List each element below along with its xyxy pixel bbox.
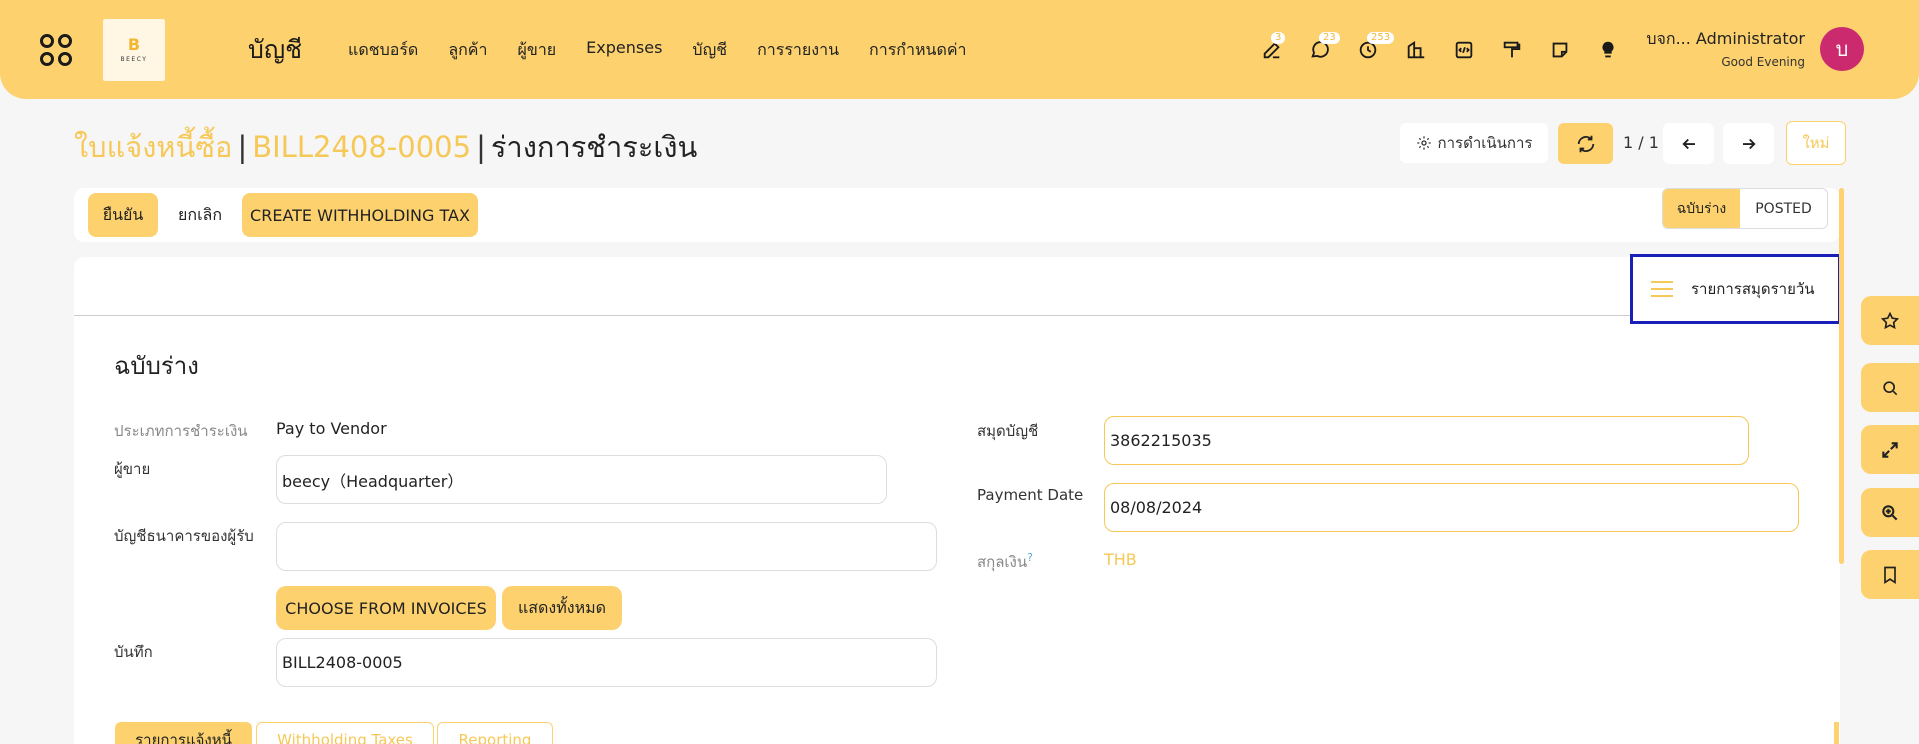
paint-roller-icon[interactable] (1498, 36, 1526, 64)
zoom-in-icon (1882, 504, 1898, 520)
avatar[interactable]: บ (1820, 27, 1864, 71)
new-button[interactable]: ใหม่ (1786, 121, 1846, 165)
currency-label-text: สกุลเงิน (977, 553, 1028, 571)
bookmark-icon (1884, 566, 1896, 584)
cancel-button[interactable]: ยกเลิก (178, 193, 222, 237)
menu-item-expenses[interactable]: Expenses (586, 38, 662, 63)
expand-icon (1882, 441, 1898, 458)
edit-note-icon[interactable]: 3 (1258, 32, 1286, 64)
choose-from-invoices-button[interactable]: CHOOSE FROM INVOICES (276, 586, 496, 630)
memo-field[interactable]: BILL2408-0005 (276, 638, 937, 687)
bookmark-button[interactable] (1861, 550, 1919, 599)
refresh-button[interactable] (1558, 123, 1613, 164)
create-withholding-tax-button[interactable]: CREATE WITHHOLDING TAX (242, 193, 478, 237)
greeting: Good Evening (1721, 55, 1805, 69)
currency-label: สกุลเงิน? (977, 550, 1033, 574)
status-stage-widget: ฉบับร่าง POSTED (1662, 188, 1828, 229)
app-title[interactable]: บัญชี (248, 30, 302, 70)
action-button[interactable]: การดำเนินการ (1400, 123, 1548, 163)
apps-menu-icon[interactable] (40, 34, 72, 66)
user-menu[interactable]: บจก... Administrator Good Evening (1646, 27, 1805, 69)
chat-icon[interactable]: 23 (1306, 32, 1340, 64)
recipient-bank-label: บัญชีธนาคารของผู้รับ (114, 527, 254, 545)
show-all-button[interactable]: แสดงทั้งหมด (502, 586, 622, 630)
search-button[interactable] (1861, 363, 1919, 412)
payment-date-label: Payment Date (977, 486, 1084, 504)
clock-badge: 253 (1367, 32, 1395, 44)
smart-button-label: รายการสมุดรายวัน (1691, 280, 1815, 298)
clock-icon[interactable]: 253 (1354, 32, 1395, 64)
menu-item-accounting[interactable]: บัญชี (692, 38, 727, 63)
star-icon (1880, 311, 1900, 329)
confirm-button[interactable]: ยืนยัน (88, 193, 158, 237)
arrow-left-icon (1681, 138, 1695, 149)
systray: 3 23 253 (1258, 32, 1642, 64)
memo-label: บันทึก (114, 643, 153, 661)
zoom-button[interactable] (1861, 488, 1919, 537)
divider (74, 315, 1840, 316)
pager-value[interactable]: 1 / 1 (1623, 133, 1659, 152)
code-icon[interactable] (1450, 36, 1478, 64)
list-icon (1651, 276, 1673, 302)
search-icon (1883, 380, 1898, 395)
vendor-field[interactable]: beecy（Headquarter） (276, 455, 887, 504)
recipient-bank-field[interactable] (276, 522, 937, 571)
activity-badge: 3 (1271, 32, 1286, 44)
payment-type-value: Pay to Vendor (276, 419, 387, 438)
previous-record-button[interactable] (1663, 123, 1714, 164)
next-record-button[interactable] (1723, 123, 1774, 164)
journal-field[interactable]: 3862215035 (1104, 416, 1749, 465)
gear-icon (1416, 136, 1431, 150)
main-menu: แดชบอร์ด ลูกค้า ผู้ขาย Expenses บัญชี กา… (348, 38, 997, 63)
refresh-icon (1577, 135, 1594, 152)
tab-reporting[interactable]: Reporting (437, 722, 553, 744)
tab-withholding-taxes[interactable]: Withholding Taxes (256, 722, 434, 744)
payment-type-label: ประเภทการชำระเงิน (114, 422, 248, 440)
menu-item-vendors[interactable]: ผู้ขาย (518, 38, 557, 63)
payment-date-field[interactable]: 08/08/2024 (1104, 483, 1799, 532)
journal-items-smart-button[interactable]: รายการสมุดรายวัน (1630, 254, 1841, 324)
state-title: ฉบับร่าง (114, 352, 199, 380)
company-logo[interactable]: B BEECY (103, 19, 165, 81)
favorite-button[interactable] (1861, 296, 1919, 345)
breadcrumb-vendor-bills[interactable]: ใบแจ้งหนี้ซื้อ (74, 130, 232, 164)
lightbulb-icon[interactable] (1594, 36, 1622, 64)
building-icon[interactable] (1402, 36, 1430, 64)
stage-posted[interactable]: POSTED (1740, 189, 1827, 228)
breadcrumb-separator: | (476, 130, 486, 164)
scrollbar[interactable] (1839, 188, 1844, 564)
scrollbar-lower[interactable] (1834, 722, 1839, 744)
user-name: บจก... Administrator (1646, 29, 1805, 48)
currency-value[interactable]: THB (1104, 550, 1137, 569)
menu-item-dashboard[interactable]: แดชบอร์ด (348, 38, 418, 63)
action-label: การดำเนินการ (1437, 134, 1533, 152)
breadcrumb-separator: | (237, 130, 248, 164)
menu-item-reporting[interactable]: การรายงาน (757, 38, 839, 63)
journal-label: สมุดบัญชี (977, 422, 1039, 440)
breadcrumb-current: ร่างการชำระเงิน (490, 130, 698, 164)
stage-draft[interactable]: ฉบับร่าง (1663, 189, 1740, 228)
breadcrumb-bill[interactable]: BILL2408-0005 (252, 130, 471, 164)
menu-item-customers[interactable]: ลูกค้า (448, 38, 487, 63)
arrow-right-icon (1742, 138, 1756, 149)
top-navbar: B BEECY บัญชี แดชบอร์ด ลูกค้า ผู้ขาย Exp… (0, 0, 1919, 99)
message-badge: 23 (1319, 32, 1340, 44)
tab-invoices[interactable]: รายการแจ้งหนี้ (115, 722, 252, 744)
help-tooltip-icon[interactable]: ? (1027, 551, 1033, 564)
menu-item-configuration[interactable]: การกำหนดค่า (869, 38, 967, 63)
breadcrumb: ใบแจ้งหนี้ซื้อ | BILL2408-0005 | ร่างการชำระ… (74, 124, 697, 170)
expand-button[interactable] (1861, 425, 1919, 474)
logo-text: BEECY (120, 56, 148, 63)
vendor-label: ผู้ขาย (114, 460, 151, 478)
sticky-note-icon[interactable] (1546, 36, 1574, 64)
status-bar: ยืนยัน ยกเลิก CREATE WITHHOLDING TAX ฉบั… (74, 188, 1840, 242)
